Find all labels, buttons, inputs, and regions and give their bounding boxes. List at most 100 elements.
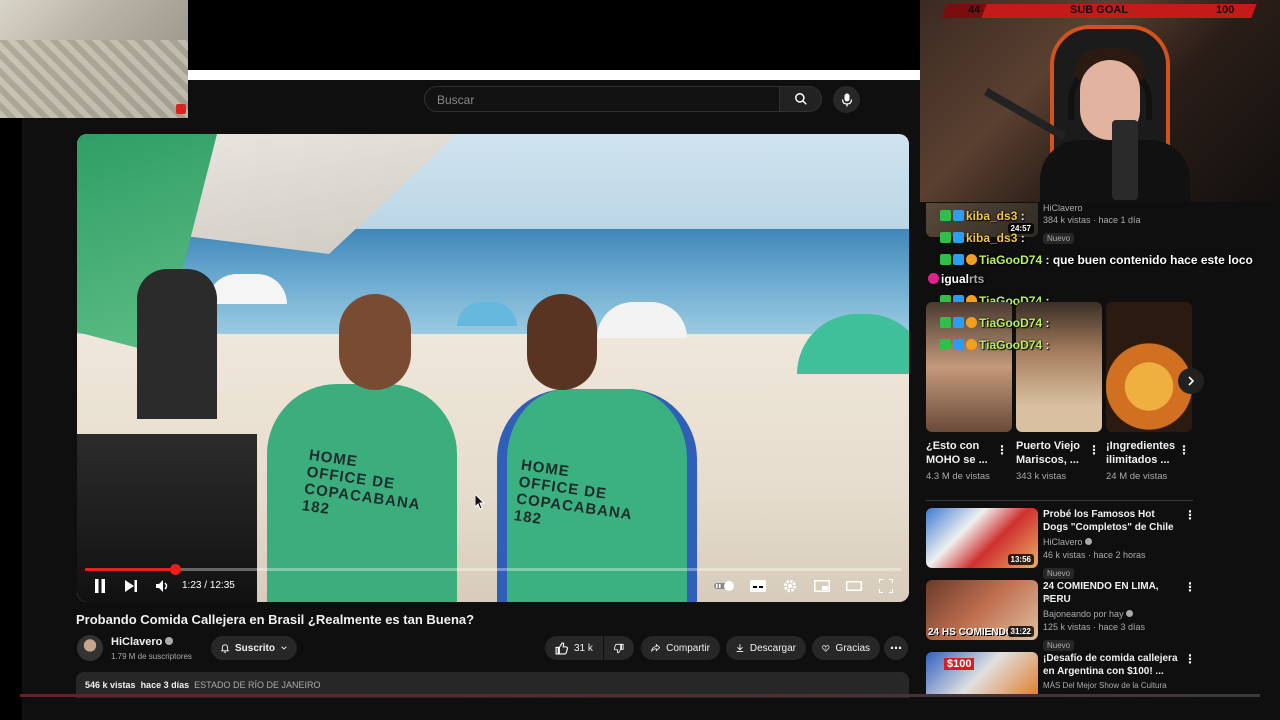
short-menu-icon[interactable]: ⋮ <box>1178 443 1190 457</box>
sub-goal-current: 44 <box>968 4 981 16</box>
rec-channel[interactable]: HiClavero <box>1043 537 1093 547</box>
rec-channel-name: HiClavero <box>1043 537 1083 547</box>
rec-duration: 31:22 <box>1007 626 1034 637</box>
mic-icon <box>841 93 852 106</box>
pause-button[interactable] <box>92 577 108 595</box>
rec-title[interactable]: ¡Desafío de comida callejera en Argentin… <box>1043 652 1178 678</box>
rec-channel-name: Bajoneando por hay <box>1043 609 1124 619</box>
thanks-button[interactable]: $ Gracias <box>812 636 880 660</box>
rec-title[interactable]: Probé los Famosos Hot Dogs "Completos" d… <box>1043 508 1178 534</box>
next-button[interactable] <box>123 577 139 595</box>
short-menu-icon[interactable]: ⋮ <box>1088 443 1100 457</box>
fullscreen-button[interactable] <box>876 577 896 595</box>
chevron-right-icon <box>1188 376 1195 386</box>
download-button[interactable]: Descargar <box>726 636 806 660</box>
rug-image <box>0 40 188 118</box>
upload-date: hace 3 días <box>140 680 190 690</box>
chat-text: que buen contenido hace este loco <box>1052 253 1253 267</box>
theater-mode-button[interactable] <box>844 577 864 595</box>
autoplay-toggle[interactable] <box>712 577 736 595</box>
chat-user: TiaGooD74 <box>979 338 1043 352</box>
rec-meta: 384 k vistas · hace 1 día <box>1043 215 1141 225</box>
short-title[interactable]: ¡Ingredientes ilimitados ... <box>1106 439 1178 467</box>
download-label: Descargar <box>749 642 796 654</box>
shorts-next-button[interactable] <box>1178 368 1204 394</box>
streamer-cup <box>1112 120 1138 200</box>
description-meta: 546 k vistas hace 3 días ESTADO DE RÍO D… <box>85 680 320 690</box>
short-thumbnail[interactable] <box>1106 302 1192 432</box>
rec-new-badge: Nuevo <box>1043 635 1075 653</box>
miniplayer-button[interactable] <box>812 577 832 595</box>
streamer-webcam <box>920 0 1280 202</box>
location-tag[interactable]: ESTADO DE RÍO DE JANEIRO <box>194 680 320 690</box>
share-button[interactable]: Compartir <box>641 636 720 660</box>
rec-menu-icon[interactable]: ⋮ <box>1184 580 1196 594</box>
dislike-button[interactable] <box>604 636 634 660</box>
subtitles-button[interactable] <box>748 577 768 595</box>
rec-thumbnail[interactable]: 24 HS COMIENDO EN 31:22 <box>926 580 1038 640</box>
chat-badge-icon <box>940 339 951 350</box>
chat-text: igual <box>941 272 970 286</box>
chevron-down-icon <box>281 646 287 650</box>
chat-badge-icon <box>953 210 964 221</box>
rec-meta: 46 k vistas · hace 2 horas <box>1043 550 1146 560</box>
chat-message: igualrts <box>928 272 984 286</box>
verified-icon <box>1126 610 1134 617</box>
svg-text:$: $ <box>825 646 827 650</box>
thumbs-up-icon <box>555 641 568 654</box>
chat-message: TiaGooD74 : <box>940 316 1049 330</box>
voice-search-button[interactable] <box>833 86 860 113</box>
rec-new-badge: Nuevo <box>1043 563 1075 581</box>
chat-badge-icon <box>966 317 977 328</box>
bottom-divider <box>20 694 1260 697</box>
new-badge-text: Nuevo <box>1043 640 1075 651</box>
chat-badge-icon <box>940 210 951 221</box>
chat-user: kiba_ds3 <box>966 231 1018 245</box>
short-views: 24 M de vistas <box>1106 471 1168 482</box>
search-button[interactable] <box>780 86 822 112</box>
gear-icon <box>783 579 797 593</box>
volume-button[interactable] <box>154 577 172 595</box>
search-icon <box>794 93 807 105</box>
rec-menu-icon[interactable]: ⋮ <box>1184 508 1196 522</box>
rec-menu-icon[interactable]: ⋮ <box>1184 652 1196 666</box>
like-button[interactable]: 31 k <box>545 636 603 660</box>
video-player[interactable]: HOME OFFICE DE COPACABANA 182 HOME OFFIC… <box>77 134 909 602</box>
rec-duration: 13:56 <box>1007 554 1034 565</box>
short-title[interactable]: ¿Esto con MOHO se ... <box>926 439 996 467</box>
chat-user: TiaGooD74 <box>979 316 1043 330</box>
chat-badge-icon <box>953 317 964 328</box>
short-menu-icon[interactable]: ⋮ <box>996 443 1008 457</box>
subscribe-button[interactable]: Suscrito <box>211 636 297 660</box>
chat-badge-icon <box>966 339 977 350</box>
channel-avatar[interactable] <box>77 635 103 661</box>
subscribe-label: Suscrito <box>234 642 275 654</box>
rec-channel[interactable]: MÁS Del Mejor Show de la Cultura <box>1043 681 1167 690</box>
chat-user: kiba_ds3 <box>966 209 1018 223</box>
like-count: 31 k <box>574 642 593 654</box>
rec-thumbnail[interactable]: $100 <box>926 652 1038 694</box>
rec-title[interactable]: 24 COMIENDO EN LIMA, PERU <box>1043 580 1178 606</box>
search-box[interactable] <box>424 86 780 113</box>
progress-bar[interactable] <box>85 568 901 571</box>
fullscreen-icon <box>879 579 893 593</box>
short-title[interactable]: Puerto Viejo Mariscos, ... <box>1016 439 1088 467</box>
search-input[interactable] <box>435 87 769 113</box>
autoplay-icon <box>714 581 734 591</box>
pause-icon <box>95 579 105 593</box>
rec-thumbnail[interactable]: 13:56 <box>926 508 1038 568</box>
settings-button[interactable] <box>780 577 800 595</box>
more-actions-button[interactable]: ⋯ <box>884 636 908 660</box>
rec-channel[interactable]: Bajoneando por hay <box>1043 609 1134 619</box>
progress-scrubber[interactable] <box>170 564 181 575</box>
channel-name[interactable]: HiClavero <box>111 636 174 648</box>
volume-icon <box>156 580 168 592</box>
duration: 12:35 <box>209 580 235 591</box>
verified-icon <box>165 637 174 645</box>
chat-badge-icon <box>928 273 939 284</box>
next-icon <box>125 580 137 592</box>
new-badge-text: Nuevo <box>1043 568 1075 579</box>
channel-name-text: HiClavero <box>111 636 163 648</box>
sub-goal-target: 100 <box>1216 4 1235 16</box>
subscriber-count: 1.79 M de suscriptores <box>111 652 192 661</box>
